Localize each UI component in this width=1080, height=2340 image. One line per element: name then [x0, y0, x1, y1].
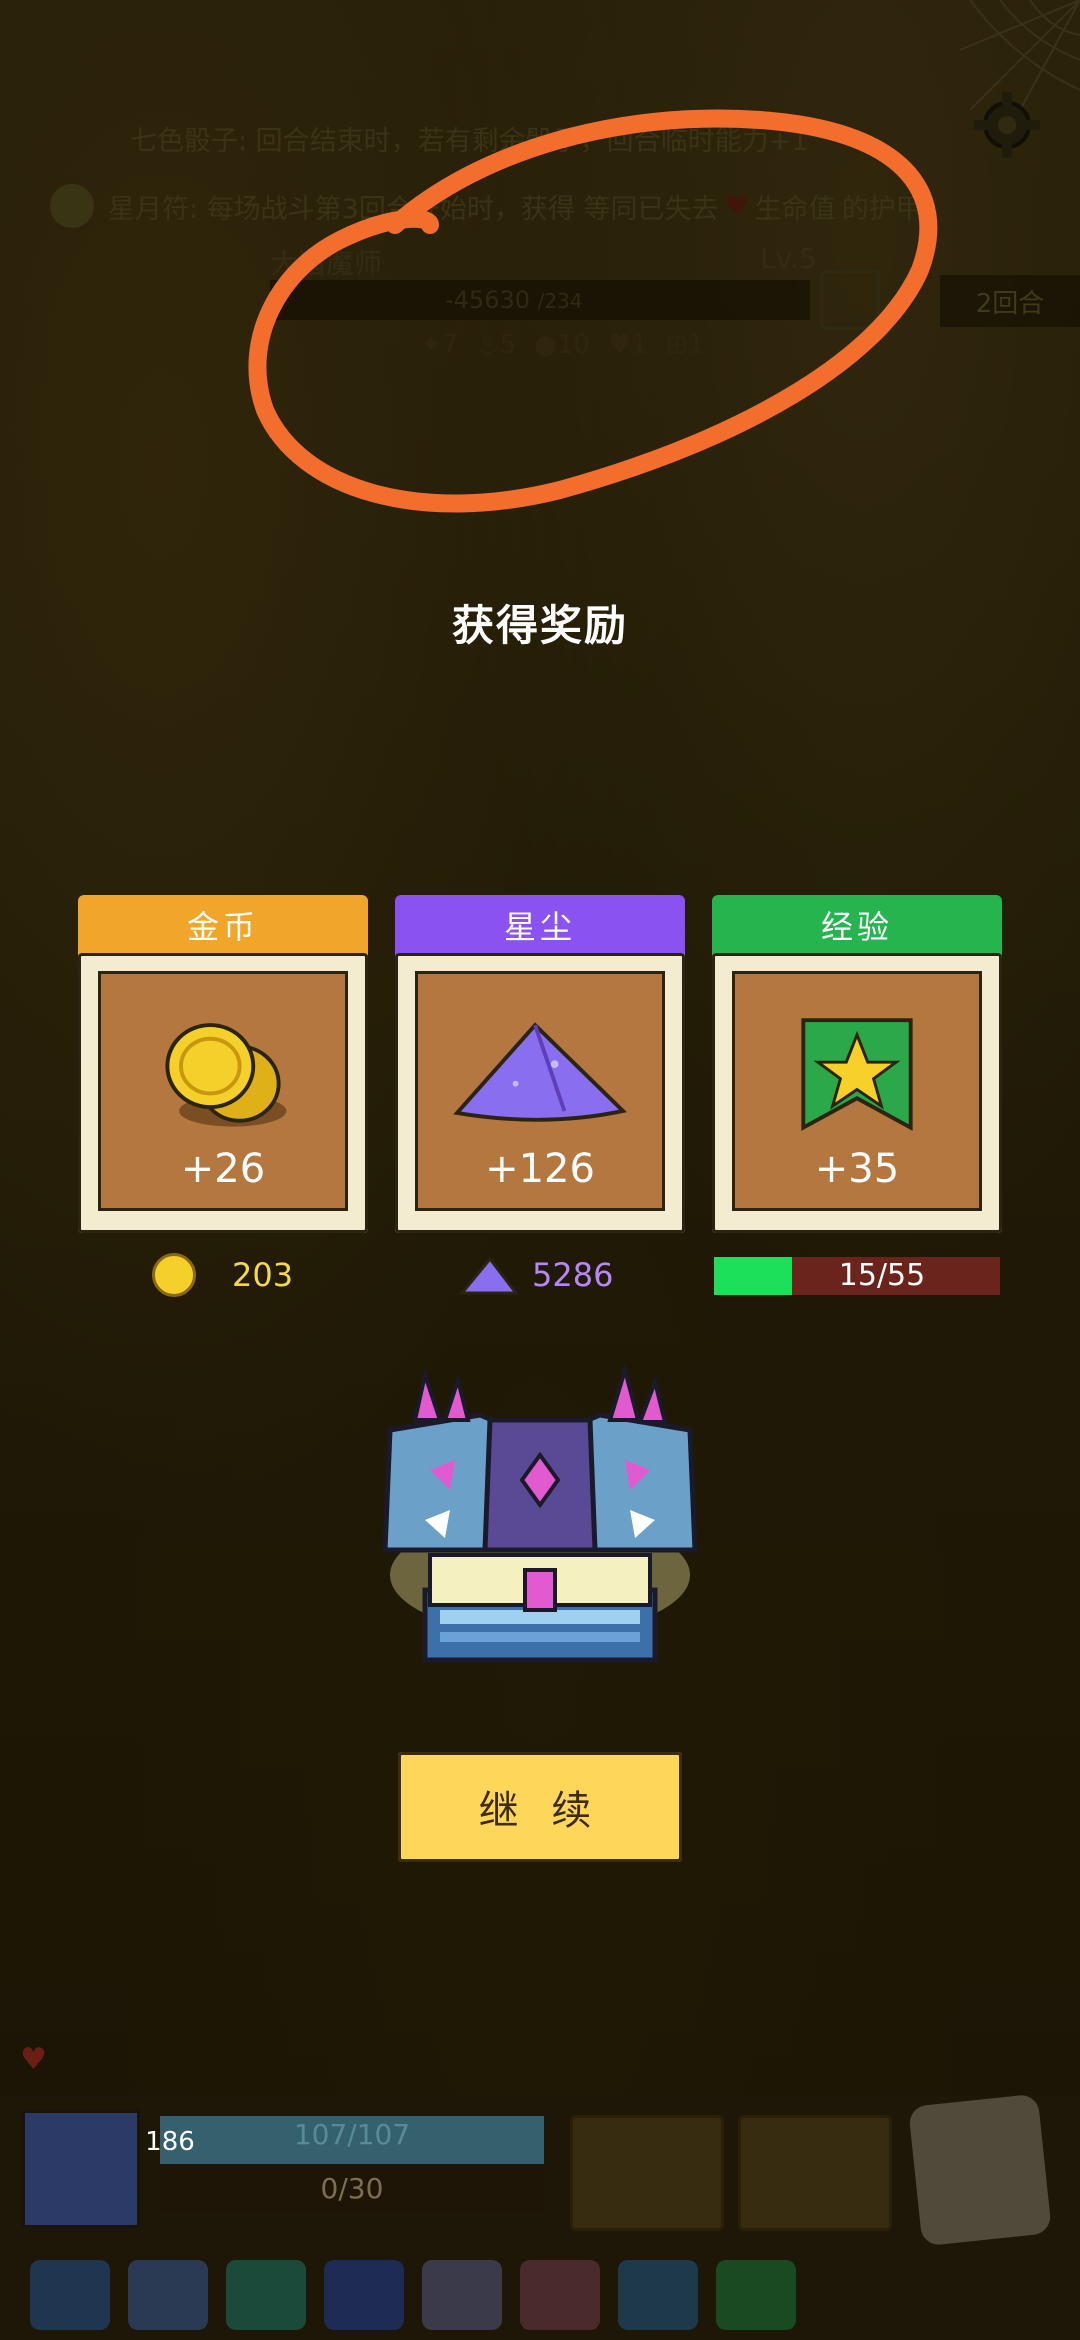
- stardust-pile-icon: [453, 1022, 627, 1122]
- experience-progress-bar: 15/55: [714, 1257, 1000, 1295]
- player-avatar[interactable]: [22, 2110, 140, 2228]
- gold-amount: +26: [180, 1146, 266, 1192]
- relic-crown-icon[interactable]: [30, 2260, 110, 2330]
- card-header: 星尘: [395, 895, 685, 955]
- gold-coins-icon: [165, 1023, 287, 1127]
- experience-progress-text: 15/55: [838, 1258, 926, 1293]
- shield-value: 186: [145, 2127, 195, 2157]
- experience-amount: +35: [814, 1146, 900, 1192]
- relic-orb-icon[interactable]: [324, 2260, 404, 2330]
- relic-wand-icon[interactable]: [618, 2260, 698, 2330]
- relic-d20-icon[interactable]: [226, 2260, 306, 2330]
- experience-reward-card: 经验 +35: [712, 895, 1002, 1235]
- gold-coin-icon: [152, 1253, 196, 1297]
- stardust-total: 5286: [458, 1250, 613, 1300]
- stardust-small-icon: [458, 1256, 520, 1295]
- item-slot-1[interactable]: [570, 2115, 724, 2231]
- relic-claw-icon[interactable]: [128, 2260, 208, 2330]
- gold-reward-card: 金币 +26: [78, 895, 368, 1235]
- treasure-chest-icon: [382, 1362, 698, 1663]
- continue-button[interactable]: 继 续: [398, 1752, 682, 1862]
- star-banner-icon: [801, 1018, 913, 1131]
- stardust-reward-card: 星尘 +126: [395, 895, 685, 1235]
- relic-card-icon[interactable]: [520, 2260, 600, 2330]
- status-hearts: ♥: [20, 2042, 47, 2077]
- shield-badge: 186: [140, 2110, 200, 2174]
- player-hp-text: 107/107: [293, 2118, 411, 2151]
- roll-dice-button[interactable]: [908, 2093, 1052, 2247]
- relic-cake-icon[interactable]: [422, 2260, 502, 2330]
- gold-total: 203: [152, 1250, 293, 1300]
- item-slot-2[interactable]: [738, 2115, 892, 2231]
- card-header: 金币: [78, 895, 368, 955]
- card-header: 经验: [712, 895, 1002, 955]
- relic-tray: [0, 2250, 1080, 2340]
- player-armor-text: 0/30: [320, 2172, 384, 2205]
- relic-gem-icon[interactable]: [716, 2260, 796, 2330]
- stardust-amount: +126: [485, 1146, 595, 1192]
- reward-title: 获得奖励: [451, 601, 628, 650]
